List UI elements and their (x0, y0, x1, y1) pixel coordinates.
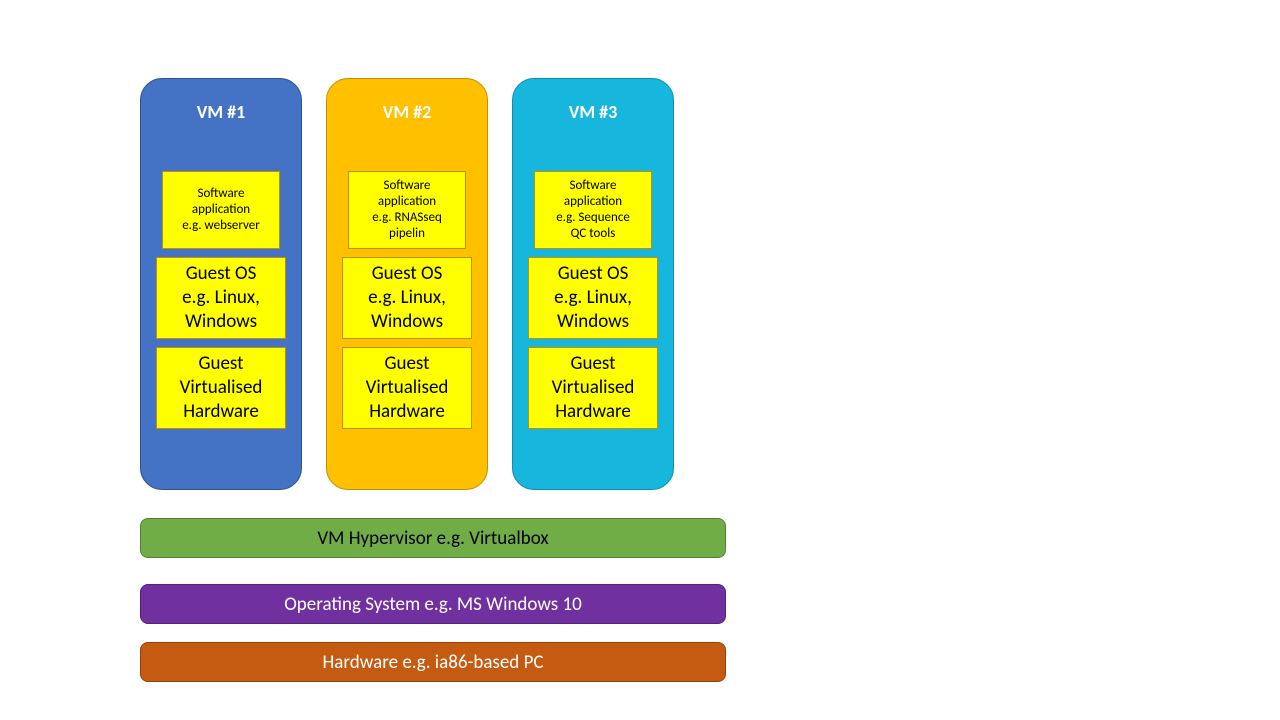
vm-title: VM #2 (383, 101, 432, 123)
host-os-layer: Operating System e.g. MS Windows 10 (140, 584, 726, 624)
vm-stack: Softwareapplicatione.g. webserver Guest … (156, 171, 286, 429)
hardware-layer: Hardware e.g. ia86-based PC (140, 642, 726, 682)
vm-title: VM #3 (569, 101, 618, 123)
vm-app-box: Softwareapplicatione.g. RNASseqpipelin (348, 171, 466, 249)
vm-guest-hw-box: GuestVirtualisedHardware (528, 347, 658, 429)
vm-card-1: VM #1 Softwareapplicatione.g. webserver … (140, 78, 302, 490)
virtualisation-diagram: VM #1 Softwareapplicatione.g. webserver … (140, 78, 726, 682)
vm-card-3: VM #3 Softwareapplicatione.g. SequenceQC… (512, 78, 674, 490)
vm-row: VM #1 Softwareapplicatione.g. webserver … (140, 78, 726, 490)
vm-stack: Softwareapplicatione.g. SequenceQC tools… (528, 171, 658, 429)
vm-card-2: VM #2 Softwareapplicatione.g. RNASseqpip… (326, 78, 488, 490)
vm-guest-hw-box: GuestVirtualisedHardware (342, 347, 472, 429)
vm-guest-hw-box: GuestVirtualisedHardware (156, 347, 286, 429)
vm-guest-os-box: Guest OSe.g. Linux,Windows (528, 257, 658, 339)
vm-app-box: Softwareapplicatione.g. SequenceQC tools (534, 171, 652, 249)
vm-app-box: Softwareapplicatione.g. webserver (162, 171, 280, 249)
vm-title: VM #1 (197, 101, 246, 123)
vm-stack: Softwareapplicatione.g. RNASseqpipelin G… (342, 171, 472, 429)
vm-guest-os-box: Guest OSe.g. Linux,Windows (156, 257, 286, 339)
vm-guest-os-box: Guest OSe.g. Linux,Windows (342, 257, 472, 339)
hypervisor-layer: VM Hypervisor e.g. Virtualbox (140, 518, 726, 558)
